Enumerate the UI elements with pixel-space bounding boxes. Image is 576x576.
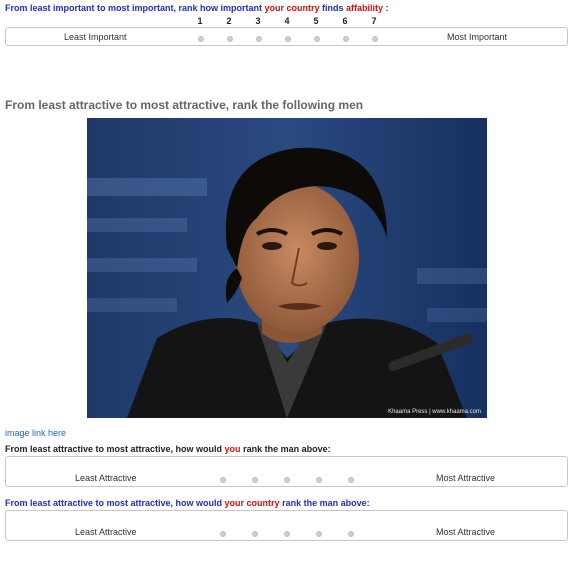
- scale-number: 5: [313, 16, 319, 26]
- question-2-left-label: Least Attractive: [75, 473, 137, 483]
- question-2-right-label: Most Attractive: [436, 473, 496, 483]
- image-link[interactable]: image link here: [5, 428, 66, 438]
- scale-number: 2: [226, 16, 232, 26]
- question-1-text-c: :: [383, 3, 389, 13]
- question-1-emphasis-trait: affability: [346, 3, 384, 13]
- scale-number: 4: [284, 16, 290, 26]
- question-3-radio-5[interactable]: [348, 531, 354, 537]
- question-3-radio-2[interactable]: [252, 531, 258, 537]
- portrait-illustration: [87, 118, 487, 418]
- scale-number: 6: [342, 16, 348, 26]
- question-3-radio-3[interactable]: [284, 531, 290, 537]
- question-2-emphasis: you: [224, 444, 241, 454]
- question-1-radio-1[interactable]: [198, 36, 204, 42]
- question-2-radio-4[interactable]: [316, 477, 322, 483]
- question-2-text-b: rank the man above:: [240, 444, 331, 454]
- question-3-radio-4[interactable]: [316, 531, 322, 537]
- image-watermark: Khaama Press | www.khaama.com: [388, 409, 481, 415]
- question-1-text-b: finds: [319, 3, 347, 13]
- question-2-radio-5[interactable]: [348, 477, 354, 483]
- question-1-text-a: From least important to most important, …: [5, 3, 265, 13]
- question-2-prompt: From least attractive to most attractive…: [5, 444, 331, 454]
- scale-number: 3: [255, 16, 261, 26]
- question-3-right-label: Most Attractive: [436, 527, 496, 537]
- question-1-prompt: From least important to most important, …: [5, 3, 389, 13]
- portrait-photo: Khaama Press | www.khaama.com: [87, 118, 487, 418]
- question-3-emphasis: your country: [224, 498, 280, 508]
- scale-number: 7: [371, 16, 377, 26]
- scale-number: 1: [197, 16, 203, 26]
- question-3-prompt: From least attractive to most attractive…: [5, 498, 370, 508]
- question-1-radio-7[interactable]: [372, 36, 378, 42]
- question-3-scale-box: Least Attractive Most Attractive: [5, 510, 568, 541]
- question-3-radio-1[interactable]: [220, 531, 226, 537]
- question-1-right-label: Most Important: [447, 32, 508, 42]
- question-1-left-label: Least Important: [64, 32, 127, 42]
- question-2-radio-3[interactable]: [284, 477, 290, 483]
- question-3-left-label: Least Attractive: [75, 527, 137, 537]
- question-1-radio-3[interactable]: [256, 36, 262, 42]
- question-1-radio-5[interactable]: [314, 36, 320, 42]
- section-heading: From least attractive to most attractive…: [5, 98, 364, 112]
- question-3-text-a: From least attractive to most attractive…: [5, 498, 225, 508]
- question-2-radio-1[interactable]: [220, 477, 226, 483]
- question-1-emphasis-country: your country: [264, 3, 320, 13]
- question-2-text-a: From least attractive to most attractive…: [5, 444, 225, 454]
- question-1-radio-6[interactable]: [343, 36, 349, 42]
- question-1-scale-box: Least Important Most Important: [5, 27, 568, 46]
- question-2-radio-2[interactable]: [252, 477, 258, 483]
- question-2-scale-box: Least Attractive Most Attractive: [5, 456, 568, 487]
- question-1-radio-2[interactable]: [227, 36, 233, 42]
- question-1-radio-4[interactable]: [285, 36, 291, 42]
- question-3-text-b: rank the man above:: [279, 498, 370, 508]
